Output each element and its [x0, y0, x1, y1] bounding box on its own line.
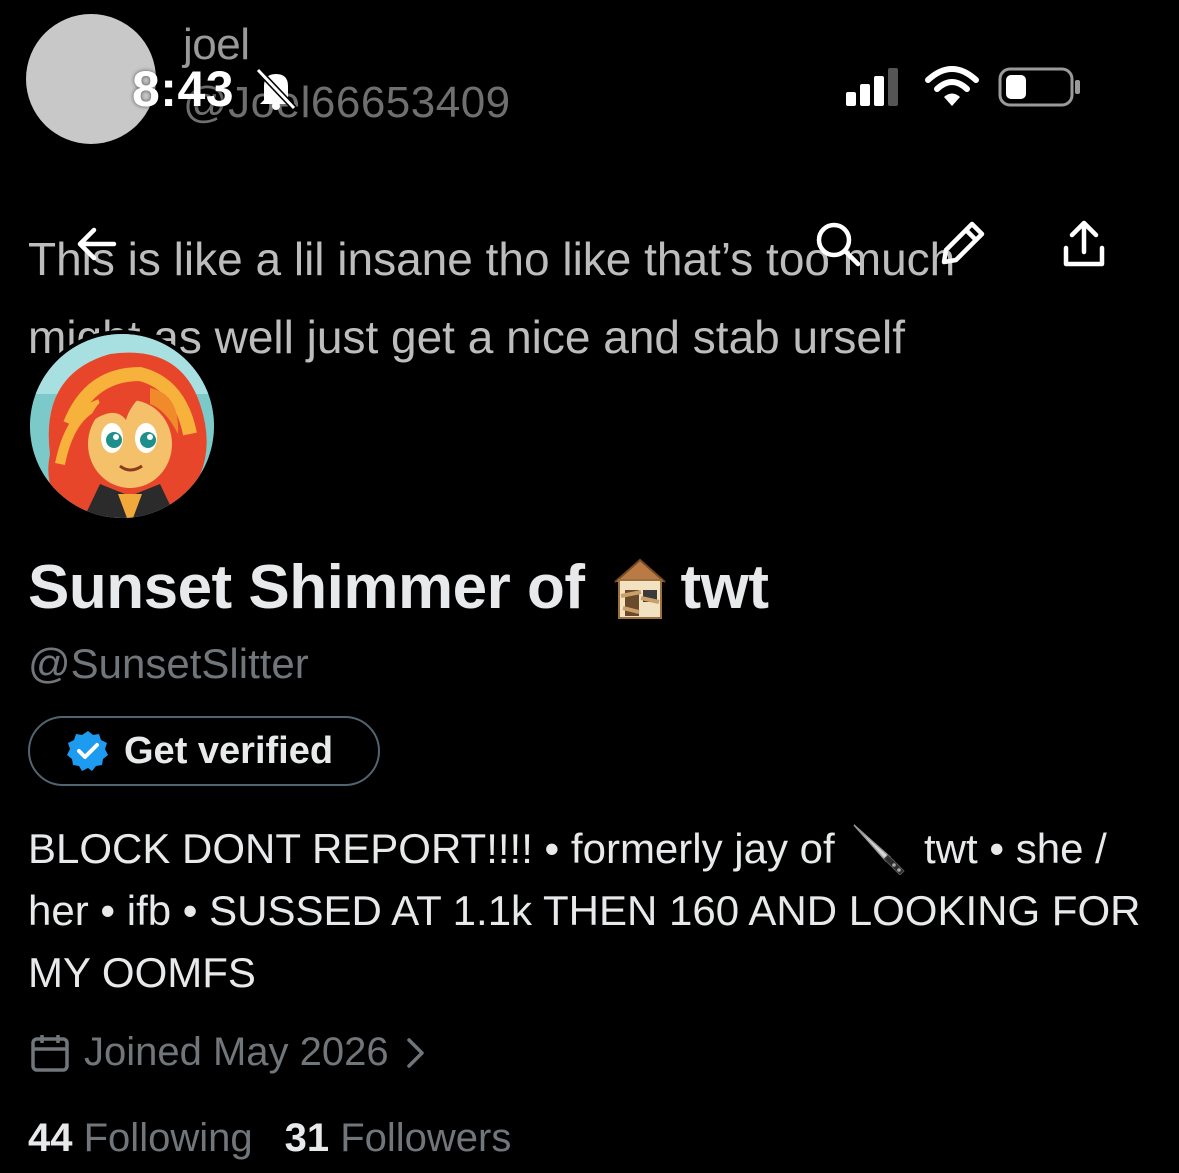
- edit-button[interactable]: [930, 212, 994, 276]
- following-count: 44: [28, 1116, 73, 1160]
- chevron-right-icon: [406, 1037, 424, 1068]
- profile-avatar[interactable]: [26, 330, 218, 522]
- bell-slash-icon: [255, 67, 297, 110]
- back-arrow-icon: [77, 227, 117, 261]
- display-name: Sunset Shimmer of twt: [28, 552, 769, 623]
- followers-label: Followers: [340, 1116, 512, 1160]
- followers-count: 31: [284, 1116, 330, 1160]
- share-button[interactable]: [1052, 212, 1116, 276]
- avatar-illustration: [30, 334, 214, 518]
- share-icon: [1063, 220, 1105, 267]
- signal-icon: [846, 68, 898, 106]
- verified-badge-icon: [67, 731, 108, 771]
- followers-link[interactable]: 31 Followers: [285, 1116, 512, 1160]
- profile-handle: @SunsetSlitter: [28, 640, 309, 687]
- display-name-suffix: twt: [680, 553, 770, 622]
- search-button[interactable]: [806, 212, 870, 276]
- get-verified-button[interactable]: Get verified: [28, 716, 380, 786]
- boarded-house-icon: [613, 558, 666, 619]
- back-button[interactable]: [64, 212, 128, 276]
- battery-icon: [998, 67, 1080, 107]
- knife-icon: [853, 824, 906, 875]
- follow-stats: 44 Following 31 Followers: [28, 1116, 511, 1161]
- pencil-icon: [941, 221, 985, 265]
- status-time: 8:43: [132, 61, 235, 117]
- joined-date-text: Joined May 2026: [84, 1030, 389, 1074]
- get-verified-label: Get verified: [124, 729, 334, 772]
- search-icon: [816, 222, 861, 267]
- display-name-text: Sunset Shimmer of: [28, 553, 585, 622]
- wifi-icon: [925, 66, 979, 106]
- following-link[interactable]: 44 Following: [28, 1116, 253, 1160]
- bio-text: BLOCK DONT REPORT!!!! • formerly jay of: [28, 825, 835, 872]
- calendar-icon: [31, 1034, 69, 1072]
- joined-date-row[interactable]: Joined May 2026: [30, 1030, 427, 1075]
- profile-bio: BLOCK DONT REPORT!!!! • formerly jay of …: [28, 818, 1148, 1004]
- following-label: Following: [83, 1116, 253, 1160]
